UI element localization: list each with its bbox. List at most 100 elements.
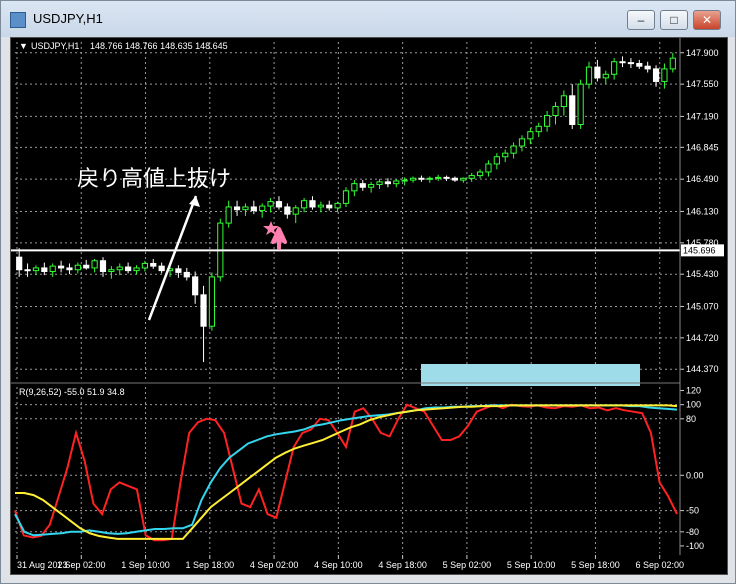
candle-body bbox=[359, 183, 366, 188]
close-button[interactable]: ✕ bbox=[693, 10, 721, 30]
candle-body bbox=[275, 201, 283, 208]
candle-body bbox=[644, 65, 651, 70]
candle-body bbox=[192, 276, 199, 296]
candle-body bbox=[200, 294, 207, 327]
annotation-text: 戻り高値上抜け bbox=[77, 166, 231, 191]
minimize-button[interactable]: – bbox=[627, 10, 655, 30]
candlestick-series bbox=[16, 52, 676, 363]
candle-body bbox=[334, 202, 341, 209]
candle-body bbox=[502, 152, 509, 158]
time-tick-label: 1 Sep 02:00 bbox=[57, 560, 106, 570]
price-axis: 147.900 147.550 147.190 146.845 146.490 146.1… bbox=[680, 48, 719, 374]
candle-body bbox=[426, 177, 433, 180]
candle-body bbox=[57, 265, 65, 269]
indicator-line bbox=[14, 404, 678, 537]
candle-body bbox=[535, 125, 542, 133]
candle-body bbox=[460, 177, 467, 181]
price-tick-label: 144.370 bbox=[686, 364, 719, 374]
indicator-tick-label: -80 bbox=[686, 527, 699, 537]
candle-body bbox=[493, 156, 500, 165]
price-tick-label: 145.430 bbox=[686, 269, 719, 279]
candle-body bbox=[83, 264, 90, 269]
candle-body bbox=[41, 267, 48, 273]
candle-body bbox=[292, 207, 299, 215]
candle-body bbox=[485, 163, 492, 173]
candle-body bbox=[317, 204, 324, 208]
candle-body bbox=[468, 175, 475, 179]
indicator-tick-label: 0.00 bbox=[686, 470, 704, 480]
candle-body bbox=[32, 267, 40, 272]
symbol-label: USDJPY,H1 bbox=[31, 41, 79, 51]
price-tick-label: 147.550 bbox=[686, 79, 719, 89]
candle-body bbox=[409, 177, 417, 181]
time-tick-label: 1 Sep 18:00 bbox=[186, 560, 235, 570]
time-tick-label: 5 Sep 18:00 bbox=[571, 560, 620, 570]
current-price-label: 145.696 bbox=[683, 245, 716, 255]
time-tick-label: 5 Sep 02:00 bbox=[443, 560, 492, 570]
indicator-grid bbox=[15, 387, 677, 553]
indicator-tick-label: -50 bbox=[686, 506, 699, 516]
candle-body bbox=[401, 179, 408, 182]
candle-body bbox=[66, 267, 73, 271]
candle-body bbox=[150, 262, 157, 267]
maximize-button[interactable]: □ bbox=[660, 10, 688, 30]
time-tick-label: 5 Sep 10:00 bbox=[507, 560, 556, 570]
candle-body bbox=[602, 73, 609, 79]
candle-body bbox=[49, 265, 56, 273]
time-axis: 31 Aug 20231 Sep 02:00 1 Sep 10:00 1 Sep 1… bbox=[16, 555, 684, 570]
candle-body bbox=[418, 177, 425, 180]
candle-body bbox=[326, 204, 333, 209]
candle-body bbox=[384, 181, 391, 185]
candle-body bbox=[577, 83, 584, 125]
candle-body bbox=[435, 176, 442, 179]
price-tick-label: 147.900 bbox=[686, 48, 719, 58]
candle-body bbox=[183, 271, 190, 278]
candle-body bbox=[116, 266, 123, 271]
candle-body bbox=[125, 266, 132, 272]
symbol-dropdown-icon[interactable]: ▼ bbox=[19, 41, 28, 51]
annotation-arrow-line bbox=[147, 195, 198, 321]
candle-body bbox=[133, 267, 140, 272]
price-chart[interactable]: 147.900 147.550 147.190 146.845 146.490 146.1… bbox=[11, 38, 727, 574]
chart-area[interactable]: 147.900 147.550 147.190 146.845 146.490 146.1… bbox=[10, 37, 728, 575]
candle-body bbox=[544, 115, 551, 127]
candle-body bbox=[376, 181, 383, 186]
candle-body bbox=[141, 262, 148, 269]
chart-window-icon bbox=[10, 12, 26, 28]
price-tick-label: 147.190 bbox=[686, 111, 719, 121]
indicator-tick-label: 80 bbox=[686, 414, 696, 424]
time-tick-label: 6 Sep 02:00 bbox=[635, 560, 684, 570]
chart-window: USDJPY,H1 – □ ✕ 147.900 147.550 147.190 146… bbox=[0, 0, 736, 584]
price-tick-label: 146.490 bbox=[686, 174, 719, 184]
candle-body bbox=[108, 269, 115, 273]
candle-body bbox=[636, 63, 643, 67]
candle-body bbox=[661, 68, 668, 82]
time-tick-label: 4 Sep 02:00 bbox=[250, 560, 299, 570]
ohlc-readout: 148.766 148.766 148.635 148.645 bbox=[90, 41, 228, 51]
indicator-line bbox=[14, 403, 678, 542]
candle-body bbox=[451, 177, 459, 181]
indicator-axis: 120 100 80 0.00 -50 -80 -100 bbox=[680, 386, 704, 551]
title-bar[interactable]: USDJPY,H1 – □ ✕ bbox=[1, 1, 735, 37]
candle-body bbox=[393, 180, 400, 185]
indicator-tick-label: 120 bbox=[686, 386, 701, 396]
candle-body bbox=[510, 145, 517, 154]
candle-body bbox=[208, 276, 216, 327]
candle-body bbox=[552, 106, 559, 117]
candle-body bbox=[225, 206, 232, 224]
indicator-line bbox=[15, 404, 678, 540]
candle-body bbox=[518, 138, 526, 147]
up-arrow-icon bbox=[271, 227, 287, 250]
indicator-label: R(9,26,52) -55.0 51.9 34.8 bbox=[19, 387, 125, 397]
candle-body bbox=[585, 66, 593, 85]
time-tick-label: 4 Sep 10:00 bbox=[314, 560, 363, 570]
candle-body bbox=[669, 57, 676, 70]
candle-body bbox=[99, 260, 107, 273]
candle-body bbox=[250, 206, 257, 212]
candle-body bbox=[284, 206, 291, 215]
candle-body bbox=[619, 61, 626, 64]
candle-body bbox=[342, 190, 350, 204]
candle-body bbox=[611, 61, 618, 75]
candle-body bbox=[351, 183, 358, 192]
price-tick-label: 146.845 bbox=[686, 142, 719, 152]
